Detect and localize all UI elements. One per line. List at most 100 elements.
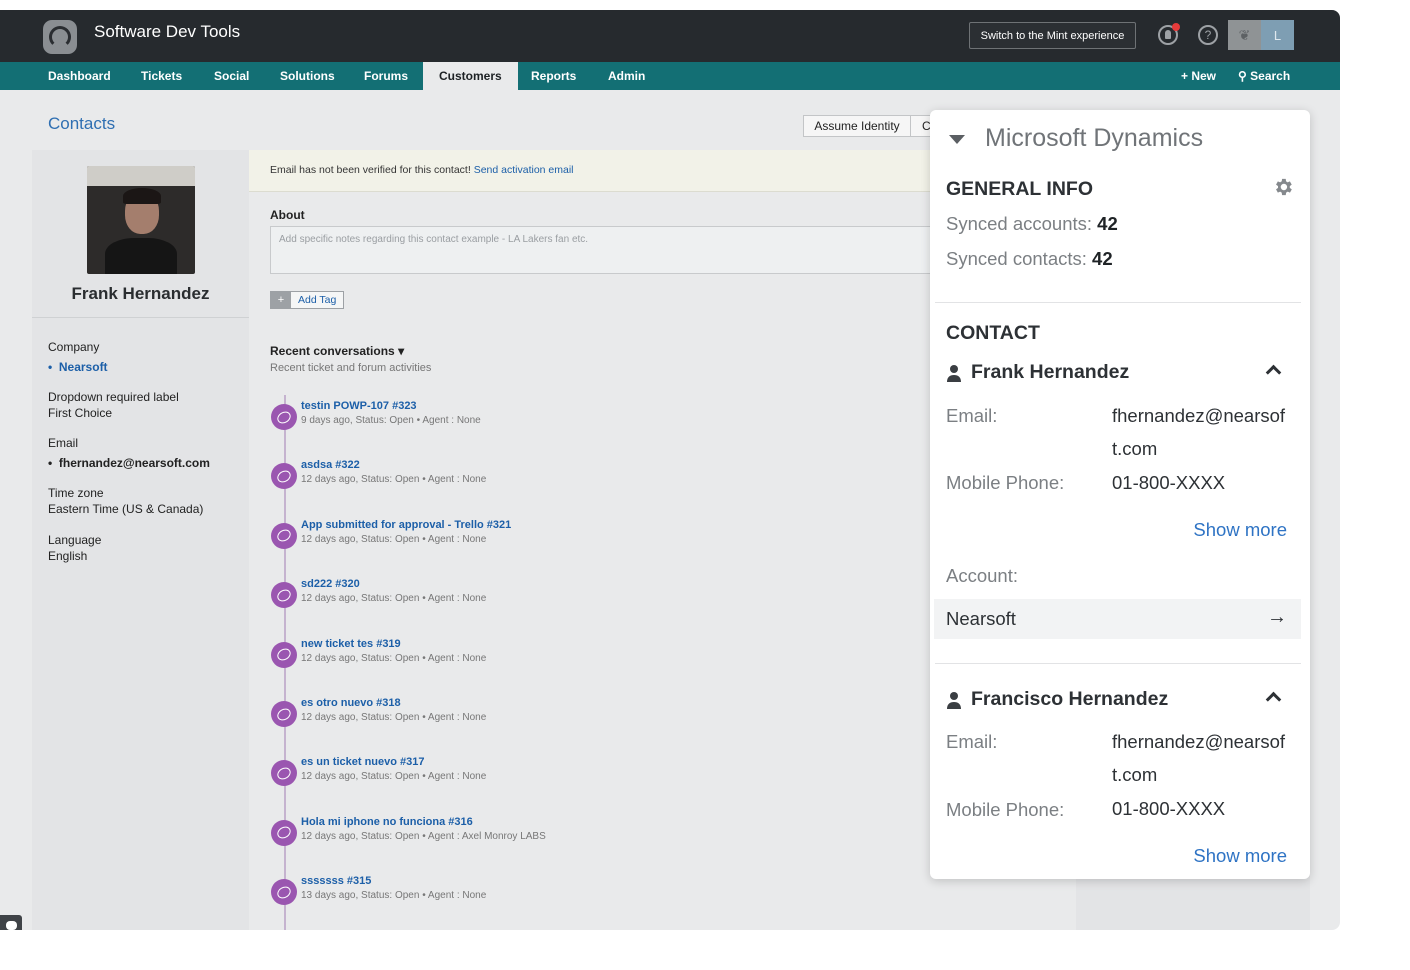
conversation-title[interactable]: sssssss #315 (301, 875, 371, 887)
nav-social[interactable]: Social (214, 62, 249, 90)
language-value: English (48, 549, 88, 563)
conversation-title[interactable]: testin POWP-107 #323 (301, 400, 417, 412)
account-row[interactable]: Nearsoft → (934, 599, 1301, 639)
conversation-meta: 12 days ago, Status: Open • Agent : None (301, 474, 487, 486)
conversation-title[interactable]: sd222 #320 (301, 578, 360, 590)
nav-reports[interactable]: Reports (531, 62, 576, 90)
email-value: fhernandez@nearsoft.com (1112, 405, 1286, 459)
conversation-item[interactable]: es otro nuevo #318 12 days ago, Status: O… (270, 697, 670, 737)
collapse-caret-icon[interactable] (949, 135, 965, 144)
nav-admin[interactable]: Admin (608, 62, 645, 90)
chevron-up-icon[interactable] (1265, 364, 1282, 381)
main-nav: Dashboard Tickets Social Solutions Forum… (0, 62, 1340, 90)
mobile-phone-label: Mobile Phone: (946, 799, 1065, 820)
synced-contacts: Synced contacts: 42 (946, 248, 1113, 269)
search-icon: ⚲ (1238, 69, 1247, 83)
recent-conversations-dropdown[interactable]: Recent conversations ▾ (270, 344, 404, 358)
contact-photo (87, 166, 195, 274)
send-activation-link[interactable]: Send activation email (474, 164, 574, 176)
email-value: fhernandez@nearsoft.com (1112, 731, 1286, 785)
contact-sidebar: Frank Hernandez Company • Nearsoft Dropd… (32, 150, 249, 930)
conversation-item[interactable]: App submitted for approval - Trello #321… (270, 519, 670, 559)
company-link[interactable]: • Nearsoft (48, 360, 108, 374)
dropdown-value: First Choice (48, 406, 113, 420)
conversation-title[interactable]: new ticket tes #319 (301, 638, 401, 650)
timezone-label: Time zone (48, 486, 104, 500)
person-icon (947, 692, 961, 709)
conversation-icon (271, 463, 297, 490)
conversation-meta: 12 days ago, Status: Open • Agent : None (301, 771, 487, 783)
email-label: Email (48, 436, 79, 450)
email-label: Email: (946, 731, 998, 752)
divider (935, 663, 1301, 664)
notification-dot (1172, 23, 1180, 31)
person-header-frank[interactable]: Frank Hernandez (946, 361, 1286, 387)
conversation-item[interactable]: testin POWP-107 #323 9 days ago, Status: … (270, 400, 670, 440)
search-label: Search (1250, 69, 1291, 83)
conversation-title[interactable]: App submitted for approval - Trello #321 (301, 519, 511, 531)
conversation-item[interactable]: asdsa #322 12 days ago, Status: Open • Ag… (270, 459, 670, 499)
conversation-item[interactable]: sd222 #320 12 days ago, Status: Open • Ag… (270, 578, 670, 618)
divider (32, 317, 249, 318)
switch-mint-button[interactable]: Switch to the Mint experience (969, 22, 1136, 49)
nav-dashboard[interactable]: Dashboard (48, 62, 111, 90)
conversation-item[interactable]: sssssss #315 13 days ago, Status: Open • … (270, 875, 670, 915)
contact-heading: CONTACT (946, 322, 1040, 344)
person-name: Francisco Hernandez (971, 688, 1169, 710)
profile-menu[interactable]: ❦ L (1228, 20, 1294, 50)
conversation-meta: 12 days ago, Status: Open • Agent : Axel… (301, 830, 546, 842)
account-label: Account: (946, 565, 1018, 586)
new-button[interactable]: + New (1181, 62, 1216, 90)
account-name: Nearsoft (946, 608, 1016, 629)
conversation-title[interactable]: es un ticket nuevo #317 (301, 756, 425, 768)
about-textarea[interactable]: Add specific notes regarding this contac… (270, 226, 970, 274)
search-button[interactable]: ⚲ Search (1238, 62, 1290, 90)
conversation-title[interactable]: Hola mi iphone no funciona #316 (301, 816, 473, 828)
dropdown-label: Dropdown required label (48, 390, 179, 404)
headset-logo-icon[interactable] (43, 20, 77, 54)
nav-solutions[interactable]: Solutions (280, 62, 335, 90)
contact-name: Frank Hernandez (71, 284, 210, 303)
email-label: Email: (946, 405, 998, 426)
mobile-phone-value: 01-800-XXXX (1112, 798, 1226, 819)
show-more-link[interactable]: Show more (1170, 845, 1287, 867)
microsoft-dynamics-panel: Microsoft Dynamics GENERAL INFO Synced a… (930, 110, 1310, 879)
conversation-icon (271, 582, 297, 609)
language-label: Language (48, 533, 102, 547)
conversation-icon (271, 701, 297, 727)
nav-forums[interactable]: Forums (364, 62, 408, 90)
person-name: Frank Hernandez (971, 361, 1130, 383)
email-value: • fhernandez@nearsoft.com (48, 456, 210, 470)
conversation-item[interactable]: es un ticket nuevo #317 12 days ago, Stat… (270, 756, 670, 796)
nav-tickets[interactable]: Tickets (141, 62, 182, 90)
conversation-title[interactable]: es otro nuevo #318 (301, 697, 401, 709)
show-more-link[interactable]: Show more (1170, 519, 1287, 541)
person-header-francisco[interactable]: Francisco Hernandez (946, 688, 1286, 714)
conversation-title[interactable]: asdsa #322 (301, 459, 360, 471)
plus-icon: + (271, 292, 291, 308)
top-bar: Software Dev Tools Switch to the Mint ex… (0, 10, 1340, 62)
add-tag-button[interactable]: + Add Tag (270, 291, 345, 309)
add-tag-label: Add Tag (298, 294, 337, 306)
caret-down-icon: ▾ (398, 344, 405, 358)
conversation-item[interactable]: new ticket tes #319 12 days ago, Status: … (270, 638, 670, 678)
notification-bell-icon[interactable] (1158, 23, 1180, 45)
arrow-right-icon: → (1267, 606, 1287, 628)
general-info-heading: GENERAL INFO (946, 178, 1093, 200)
synced-accounts: Synced accounts: 42 (946, 213, 1118, 234)
gear-icon[interactable] (1272, 176, 1294, 198)
chat-icon[interactable] (0, 915, 22, 930)
conversation-icon (271, 522, 297, 549)
panel-title: Microsoft Dynamics (985, 124, 1204, 152)
nav-customers[interactable]: Customers (423, 62, 518, 90)
assume-identity-button[interactable]: Assume Identity (803, 115, 911, 137)
company-value: Nearsoft (58, 360, 108, 374)
conversation-meta: 12 days ago, Status: Open • Agent : None (301, 533, 487, 545)
conversation-meta: 12 days ago, Status: Open • Agent : None (301, 593, 487, 605)
chevron-up-icon[interactable] (1265, 691, 1282, 708)
help-icon[interactable]: ? (1198, 25, 1218, 45)
recent-subtitle: Recent ticket and forum activities (270, 362, 432, 374)
timezone-value: Eastern Time (US & Canada) (48, 502, 204, 516)
conversation-item[interactable]: Hola mi iphone no funciona #316 12 days a… (270, 816, 670, 856)
conversation-meta: 9 days ago, Status: Open • Agent : None (301, 415, 481, 426)
